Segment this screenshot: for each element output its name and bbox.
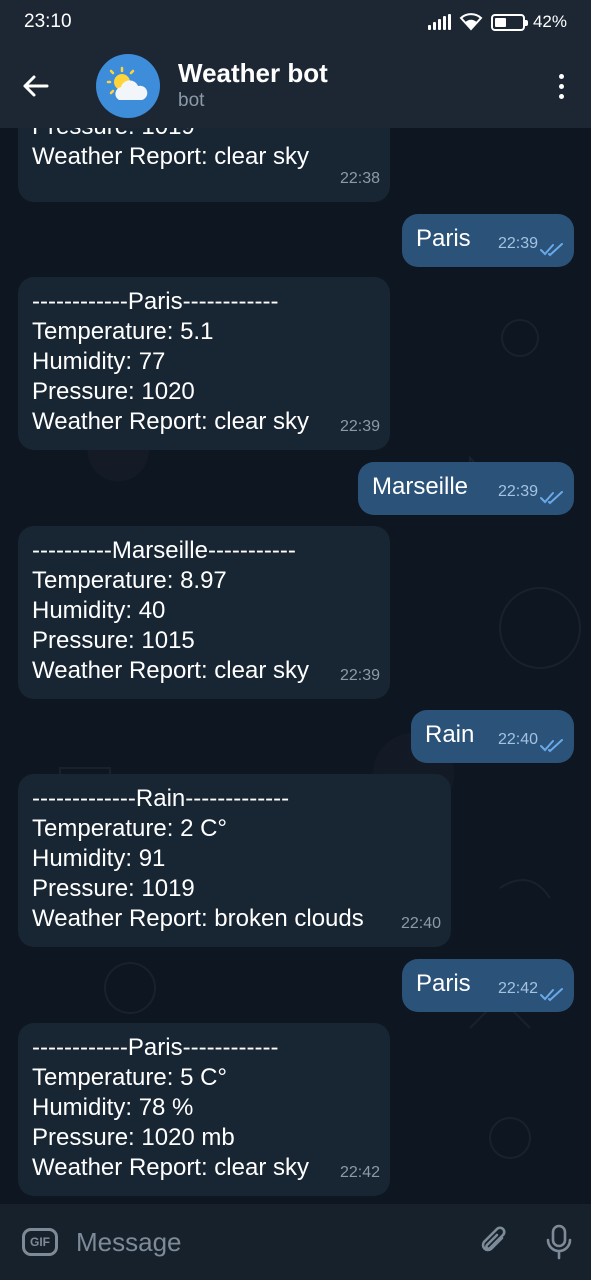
message-bubble-incoming[interactable]: ------------Paris------------ Temperatur…	[18, 1023, 390, 1196]
signal-icon	[427, 14, 451, 30]
message-text: Paris	[416, 225, 471, 252]
more-options-button[interactable]	[531, 44, 591, 128]
message-text: ------------Paris------------ Temperatur…	[32, 288, 309, 435]
double-check-icon	[540, 491, 563, 505]
message-text: Paris	[416, 970, 471, 997]
message-text: ----------Marseille----------- Temperatu…	[32, 537, 309, 684]
double-check-icon	[540, 243, 563, 257]
attach-button[interactable]	[463, 1204, 527, 1280]
bot-avatar[interactable]	[96, 54, 160, 118]
message-list[interactable]: Pressure: 1019 Weather Report: clear sky…	[0, 128, 591, 1204]
status-bar: 23:10 42%	[0, 0, 591, 44]
double-check-icon	[540, 988, 563, 1002]
weather-sun-cloud-icon	[106, 66, 148, 100]
message-bubble-outgoing[interactable]: Paris 22:39	[402, 214, 574, 267]
message-input[interactable]	[76, 1226, 463, 1258]
message-time: 22:40	[497, 731, 538, 748]
message-time: 22:40	[400, 915, 441, 932]
message-bubble-incoming[interactable]: ------------Paris------------ Temperatur…	[18, 277, 390, 450]
battery-percent: 42%	[532, 12, 567, 31]
message-time: 22:38	[339, 170, 380, 187]
message-time: 22:42	[339, 1164, 380, 1181]
mic-icon	[546, 1224, 572, 1260]
battery-icon	[490, 13, 528, 31]
message-time: 22:39	[497, 483, 538, 500]
chat-header: Weather bot bot	[0, 44, 591, 128]
message-time: 22:39	[497, 235, 538, 252]
battery-fill	[494, 17, 506, 27]
message-input-bar: GIF	[0, 1204, 591, 1280]
double-check-icon	[540, 739, 563, 753]
chat-title: Weather bot	[178, 58, 328, 88]
chat-subtitle: bot	[178, 90, 205, 111]
message-bubble-outgoing[interactable]: Paris 22:42	[402, 959, 574, 1012]
status-time: 23:10	[24, 11, 72, 32]
message-bubble-outgoing[interactable]: Marseille 22:39	[358, 462, 574, 515]
gif-button[interactable]: GIF	[22, 1228, 58, 1256]
message-bubble-incoming[interactable]: ----------Marseille----------- Temperatu…	[18, 526, 390, 699]
chat-title-area[interactable]: Weather bot bot	[178, 58, 531, 114]
status-indicators: 42%	[427, 12, 567, 32]
back-arrow-icon	[23, 75, 49, 97]
message-bubble-incoming[interactable]: Pressure: 1019 Weather Report: clear sky…	[18, 128, 390, 202]
message-text: ------------Paris------------ Temperatur…	[32, 1034, 309, 1181]
mic-button[interactable]	[527, 1204, 591, 1280]
message-bubble-outgoing[interactable]: Rain 22:40	[411, 710, 574, 763]
message-bubble-incoming[interactable]: -------------Rain------------- Temperatu…	[18, 774, 451, 947]
wifi-icon	[459, 13, 483, 31]
message-time: 22:39	[339, 418, 380, 435]
message-time: 22:42	[497, 980, 538, 997]
attach-icon	[481, 1226, 506, 1252]
message-text: Pressure: 1019 Weather Report: clear sky	[32, 128, 309, 170]
message-time: 22:39	[339, 667, 380, 684]
message-text: -------------Rain------------- Temperatu…	[32, 785, 364, 932]
back-button[interactable]	[0, 44, 70, 128]
more-vert-icon	[558, 73, 564, 79]
